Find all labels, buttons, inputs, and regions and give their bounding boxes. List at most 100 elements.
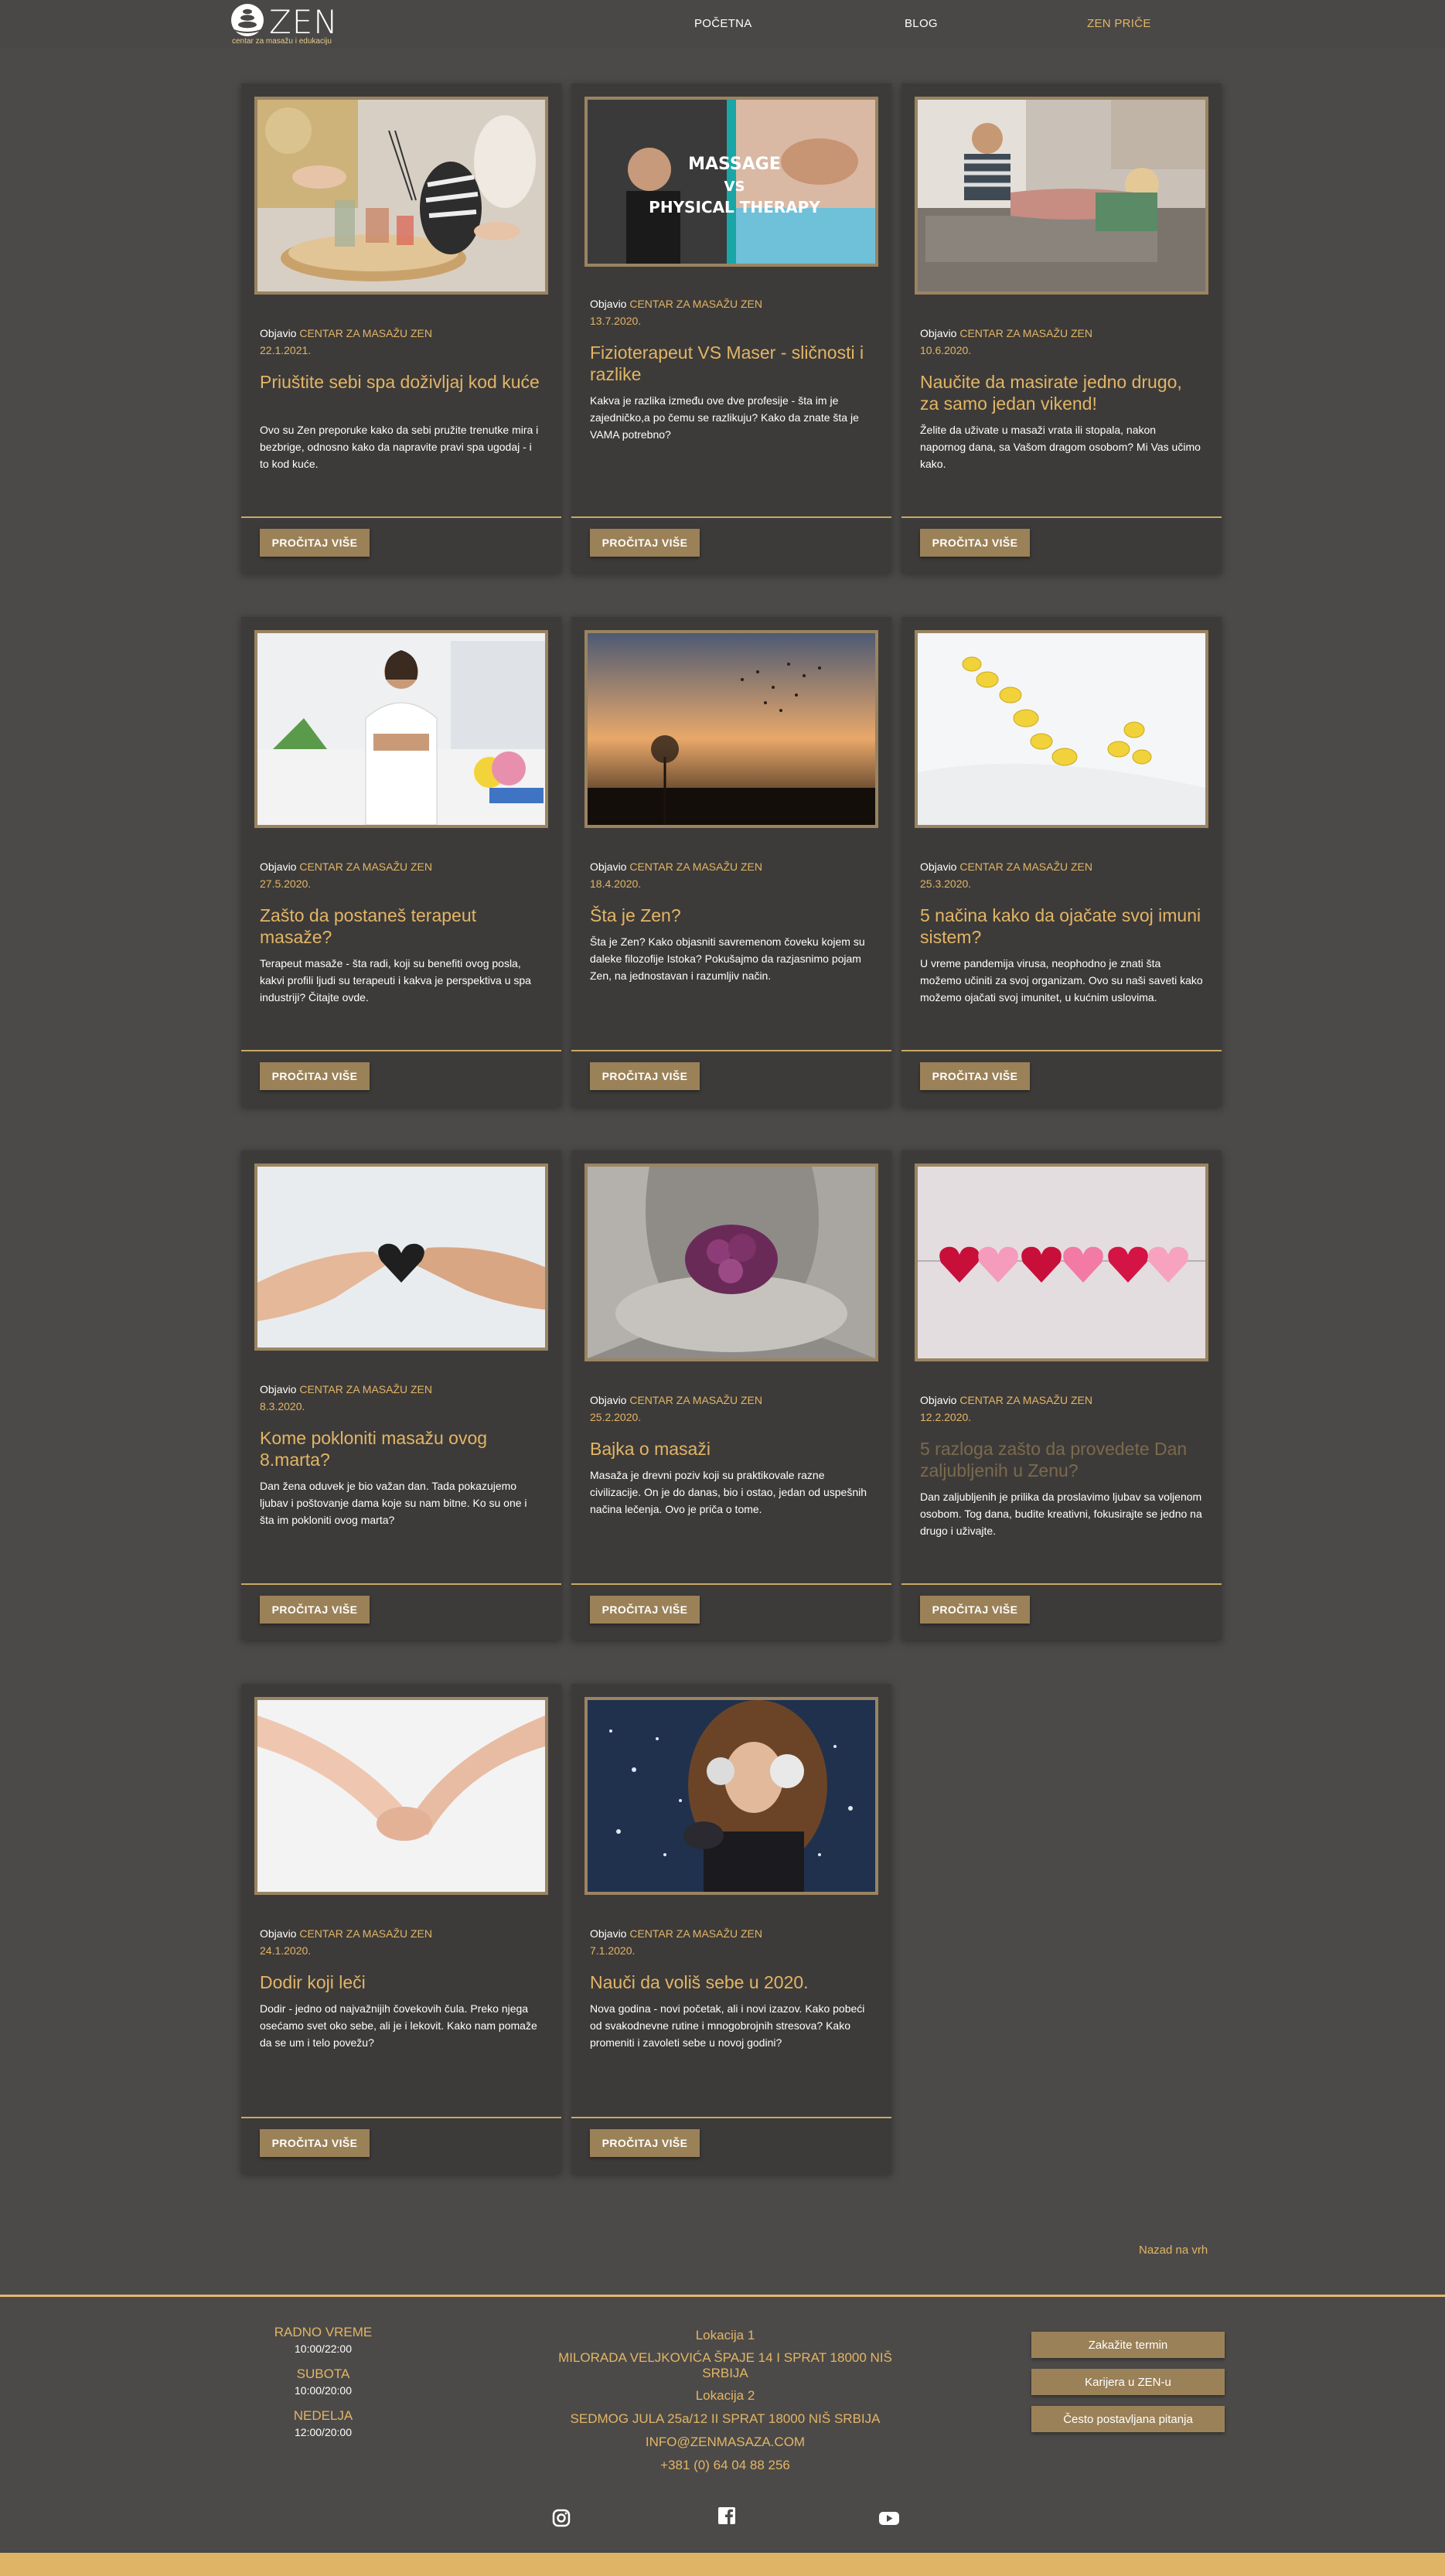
- post-excerpt: Dodir - jedno od najvažnijih čovekovih č…: [260, 2002, 537, 2049]
- read-more-button[interactable]: PROČITAJ VIŠE: [260, 1062, 370, 1090]
- facebook-icon[interactable]: [716, 2505, 738, 2527]
- post-title[interactable]: Šta je Zen?: [590, 905, 873, 926]
- nav-blog[interactable]: BLOG: [905, 17, 938, 30]
- card-divider: [571, 516, 891, 518]
- post-image-therapist[interactable]: [254, 630, 548, 828]
- book-appointment-button[interactable]: Zakažite termin: [1031, 2332, 1225, 2358]
- nav-pocetna[interactable]: POČETNA: [694, 17, 752, 30]
- hours-value-weekday: 10:00/22:00: [295, 2343, 352, 2355]
- post-author-link[interactable]: CENTAR ZA MASAŽU ZEN: [299, 1927, 432, 1940]
- post-image-lemons[interactable]: [915, 630, 1208, 828]
- post-image-spa[interactable]: [254, 97, 548, 295]
- read-more-button[interactable]: PROČITAJ VIŠE: [260, 2129, 370, 2157]
- hours-label-weekday: RADNO VREME: [274, 2325, 373, 2339]
- post-by-label: Objavio: [590, 298, 627, 310]
- read-more-button[interactable]: PROČITAJ VIŠE: [260, 1596, 370, 1624]
- post-author-link[interactable]: CENTAR ZA MASAŽU ZEN: [959, 1394, 1092, 1406]
- card-divider: [571, 1583, 891, 1585]
- post-title[interactable]: Kome pokloniti masažu ovog 8.marta?: [260, 1427, 543, 1470]
- post-card: Objavio CENTAR ZA MASAŽU ZEN 22.1.2021. …: [241, 83, 561, 574]
- post-excerpt: U vreme pandemija virusa, neophodno je z…: [920, 957, 1203, 1003]
- card-divider: [901, 1583, 1222, 1585]
- post-card: Objavio CENTAR ZA MASAŽU ZEN 25.2.2020. …: [571, 1150, 891, 1641]
- youtube-icon[interactable]: [878, 2507, 900, 2529]
- post-author-link[interactable]: CENTAR ZA MASAŽU ZEN: [629, 1394, 762, 1406]
- post-title[interactable]: Dodir koji leči: [260, 1971, 543, 1993]
- post-image-dandelion[interactable]: [584, 630, 878, 828]
- post-image-winter-woman[interactable]: [584, 1697, 878, 1895]
- post-excerpt: Masaža je drevni poziv koji su praktikov…: [590, 1469, 867, 1515]
- post-card: Objavio CENTAR ZA MASAŽU ZEN 10.6.2020. …: [901, 83, 1222, 574]
- dandelion-sunset-photo: [588, 633, 875, 825]
- post-card: Objavio CENTAR ZA MASAŽU ZEN 24.1.2020. …: [241, 1684, 561, 2174]
- post-author-link[interactable]: CENTAR ZA MASAŽU ZEN: [959, 327, 1092, 339]
- read-more-button[interactable]: PROČITAJ VIŠE: [590, 2129, 700, 2157]
- post-author-link[interactable]: CENTAR ZA MASAŽU ZEN: [299, 860, 432, 873]
- post-excerpt: Želite da uživate u masaži vrata ili sto…: [920, 424, 1201, 470]
- contact-phone[interactable]: +381 (0) 64 04 88 256: [533, 2457, 917, 2474]
- read-more-button[interactable]: PROČITAJ VIŠE: [590, 529, 700, 557]
- post-image-hearts[interactable]: [915, 1164, 1208, 1361]
- post-excerpt: Ovo su Zen preporuke kako da sebi pružit…: [260, 424, 539, 470]
- logo[interactable]: ZEN centar za masažu i edukaciju: [230, 3, 354, 46]
- instagram-icon[interactable]: [550, 2507, 572, 2529]
- read-more-button[interactable]: PROČITAJ VIŠE: [920, 529, 1030, 557]
- post-title[interactable]: Priuštite sebi spa doživljaj kod kuće: [260, 371, 543, 393]
- post-by-label: Objavio: [920, 1394, 957, 1406]
- read-more-button[interactable]: PROČITAJ VIŠE: [260, 529, 370, 557]
- post-author-link[interactable]: CENTAR ZA MASAŽU ZEN: [299, 327, 432, 339]
- post-card: Objavio CENTAR ZA MASAŽU ZEN 25.3.2020. …: [901, 617, 1222, 1107]
- post-image-buddha-flowers[interactable]: [584, 1164, 878, 1361]
- post-title[interactable]: Nauči da voliš sebe u 2020.: [590, 1971, 873, 1993]
- post-title[interactable]: 5 razloga zašto da provedete Dan zaljubl…: [920, 1438, 1203, 1481]
- post-title[interactable]: Naučite da masirate jedno drugo, za samo…: [920, 371, 1203, 414]
- read-more-button[interactable]: PROČITAJ VIŠE: [590, 1062, 700, 1090]
- post-date: 13.7.2020.: [590, 315, 642, 327]
- post-title[interactable]: Bajka o masaži: [590, 1438, 873, 1460]
- card-divider: [571, 1050, 891, 1051]
- back-to-top-link[interactable]: Nazad na vrh: [1139, 2244, 1208, 2257]
- location-2-label: Lokacija 2: [695, 2388, 755, 2403]
- post-image-massage-vs-physio[interactable]: MASSAGE VS PHYSICAL THERAPY: [584, 97, 878, 267]
- nav-zen-price[interactable]: ZEN PRIČE: [1087, 17, 1151, 30]
- post-title[interactable]: Zašto da postaneš terapeut masaže?: [260, 905, 543, 948]
- post-card: MASSAGE VS PHYSICAL THERAPY Objavio CENT…: [571, 83, 891, 574]
- post-by-label: Objavio: [260, 860, 297, 873]
- heart-hands-photo: [257, 1167, 545, 1348]
- post-card: Objavio CENTAR ZA MASAŽU ZEN 18.4.2020. …: [571, 617, 891, 1107]
- careers-button[interactable]: Karijera u ZEN-u: [1031, 2369, 1225, 2395]
- read-more-button[interactable]: PROČITAJ VIŠE: [590, 1596, 700, 1624]
- read-more-button[interactable]: PROČITAJ VIŠE: [920, 1062, 1030, 1090]
- post-title[interactable]: Fizioterapeut VS Maser - sličnosti i raz…: [590, 342, 873, 385]
- post-date: 18.4.2020.: [590, 877, 642, 890]
- read-more-button[interactable]: PROČITAJ VIŠE: [920, 1596, 1030, 1624]
- post-author-link[interactable]: CENTAR ZA MASAŽU ZEN: [629, 298, 762, 310]
- hours-label-sunday: NEDELJA: [293, 2408, 353, 2423]
- post-image-couple-massage[interactable]: [915, 97, 1208, 295]
- post-excerpt: Terapeut masaže - šta radi, koji su bene…: [260, 957, 531, 1003]
- hours-value-sunday: 12:00/20:00: [295, 2426, 352, 2438]
- paper-hearts-photo: [918, 1167, 1205, 1358]
- post-card: Objavio CENTAR ZA MASAŽU ZEN 27.5.2020. …: [241, 617, 561, 1107]
- post-author-link[interactable]: CENTAR ZA MASAŽU ZEN: [629, 860, 762, 873]
- card-divider: [241, 1050, 561, 1051]
- post-image-holding-hands[interactable]: [254, 1697, 548, 1895]
- post-by-label: Objavio: [260, 1383, 297, 1395]
- holding-hands-photo: [257, 1700, 545, 1892]
- post-excerpt: Dan zaljubljenih je prilika da proslavim…: [920, 1491, 1202, 1537]
- post-author-link[interactable]: CENTAR ZA MASAŽU ZEN: [299, 1383, 432, 1395]
- card-divider: [571, 2117, 891, 2118]
- faq-button[interactable]: Često postavljana pitanja: [1031, 2406, 1225, 2432]
- post-by-label: Objavio: [920, 327, 957, 339]
- post-date: 27.5.2020.: [260, 877, 312, 890]
- buddha-flowers-photo: [588, 1167, 875, 1358]
- post-author-link[interactable]: CENTAR ZA MASAŽU ZEN: [959, 860, 1092, 873]
- post-image-heart[interactable]: [254, 1164, 548, 1351]
- post-author-link[interactable]: CENTAR ZA MASAŽU ZEN: [629, 1927, 762, 1940]
- contact-email[interactable]: INFO@ZENMASAZA.COM: [533, 2434, 917, 2451]
- post-date: 22.1.2021.: [260, 344, 312, 356]
- footer-divider: [0, 2295, 1445, 2297]
- post-excerpt: Dan žena oduvek je bio važan dan. Tada p…: [260, 1480, 527, 1526]
- post-title[interactable]: 5 načina kako da ojačate svoj imuni sist…: [920, 905, 1203, 948]
- post-date: 24.1.2020.: [260, 1944, 312, 1957]
